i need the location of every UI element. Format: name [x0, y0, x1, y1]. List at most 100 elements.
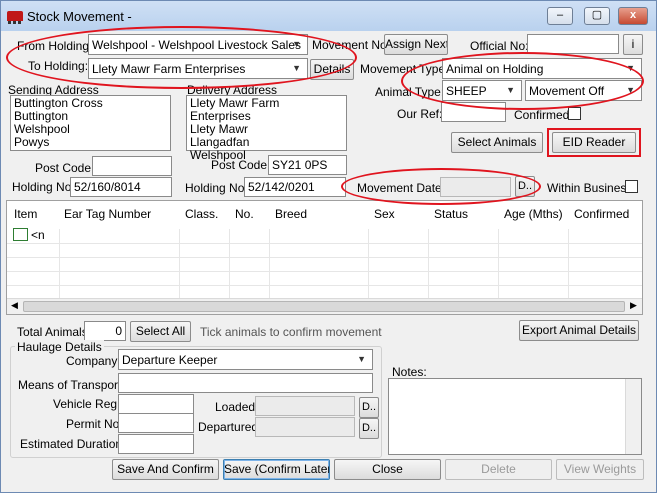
to-holding-select[interactable]: Llety Mawr Farm Enterprises ▼ — [88, 58, 308, 79]
assign-next-button[interactable]: Assign Next — [384, 34, 448, 55]
view-weights-button[interactable]: View Weights — [556, 459, 644, 480]
scrollbar-thumb[interactable] — [23, 301, 625, 312]
loaded-input[interactable] — [255, 396, 355, 416]
company-value: Departure Keeper — [122, 353, 218, 367]
sending-address-box[interactable]: Buttington Cross Buttington Welshpool Po… — [10, 95, 171, 151]
confirmed-checkbox[interactable] — [568, 107, 581, 120]
chevron-down-icon: ▼ — [292, 39, 301, 49]
total-animals-value: 0 — [84, 321, 126, 341]
grid-horizontal-scrollbar[interactable]: ◀ ▶ — [7, 298, 642, 314]
movement-type-value: Animal on Holding — [446, 62, 544, 76]
animal-type-select[interactable]: SHEEP ▼ — [442, 80, 522, 101]
movement-date-label: Movement Date: — [357, 181, 446, 195]
grid-header-ear-tag[interactable]: Ear Tag Number — [64, 207, 151, 221]
loaded-date-picker-button[interactable]: D.. — [359, 397, 379, 418]
official-no-input[interactable] — [527, 34, 619, 54]
address-line: Powys — [14, 135, 50, 149]
livestock-app-icon — [7, 11, 23, 24]
total-animals-label: Total Animals: — [17, 325, 92, 339]
our-ref-label: Our Ref: — [397, 107, 443, 121]
save-and-confirm-button[interactable]: Save And Confirm — [112, 459, 219, 480]
permit-no-label: Permit No: — [66, 417, 123, 431]
vehicle-reg-input[interactable] — [118, 394, 194, 414]
confirmed-label: Confirmed: — [514, 108, 573, 122]
select-all-button[interactable]: Select All — [130, 321, 191, 342]
grid-col-line — [428, 229, 429, 299]
company-select[interactable]: Departure Keeper ▼ — [118, 349, 373, 370]
grid-col-line — [179, 229, 180, 299]
delivery-postcode-input[interactable]: SY21 0PS — [268, 155, 347, 175]
chevron-down-icon: ▼ — [357, 354, 366, 364]
close-window-button[interactable]: x — [618, 7, 648, 25]
sending-holding-input[interactable]: 52/160/8014 — [70, 177, 172, 197]
grid-col-line — [269, 229, 270, 299]
means-of-transport-input[interactable] — [118, 373, 373, 393]
eid-reader-button[interactable]: EID Reader — [552, 132, 636, 153]
means-of-transport-label: Means of Transport: — [18, 378, 125, 392]
grid-header-item[interactable]: Item — [14, 207, 37, 221]
grid-header-status[interactable]: Status — [434, 207, 468, 221]
movement-date-input[interactable] — [440, 177, 511, 197]
close-button[interactable]: Close — [334, 459, 441, 480]
grid-col-line — [498, 229, 499, 299]
maximize-button[interactable]: ▢ — [584, 7, 610, 25]
delivery-holding-input[interactable]: 52/142/0201 — [244, 177, 346, 197]
permit-no-input[interactable] — [118, 413, 194, 433]
movement-type-select[interactable]: Animal on Holding ▼ — [442, 58, 642, 79]
scroll-right-icon[interactable]: ▶ — [630, 300, 637, 311]
chevron-down-icon: ▼ — [626, 63, 635, 73]
sending-postcode-label: Post Code: — [35, 161, 95, 175]
minimize-button[interactable]: – — [547, 7, 573, 25]
movement-type-label: Movement Type: — [360, 62, 449, 76]
scroll-left-icon[interactable]: ◀ — [11, 300, 18, 311]
grid-header-sex[interactable]: Sex — [374, 207, 395, 221]
departured-label: Departured: — [198, 420, 262, 434]
title-bar[interactable]: Stock Movement - – ▢ x — [1, 1, 656, 31]
vehicle-reg-label: Vehicle Reg: — [53, 397, 121, 411]
notes-label: Notes: — [392, 365, 427, 379]
official-no-info-button[interactable]: i — [623, 34, 643, 55]
movement-direction-select[interactable]: Movement Off ▼ — [525, 80, 642, 101]
chevron-down-icon: ▼ — [626, 85, 635, 95]
chevron-down-icon: ▼ — [506, 85, 515, 95]
movement-date-picker-button[interactable]: D.. — [515, 176, 535, 197]
to-holding-value: Llety Mawr Farm Enterprises — [92, 62, 246, 76]
details-button[interactable]: Details — [310, 59, 354, 80]
export-animal-details-button[interactable]: Export Animal Details — [519, 320, 639, 341]
window-title: Stock Movement - — [27, 9, 132, 24]
grid-row-line — [7, 257, 642, 258]
address-line: Llety Mawr Farm Enterprises — [190, 96, 280, 123]
grid-header-confirmed[interactable]: Confirmed — [574, 207, 629, 221]
movement-direction-value: Movement Off — [529, 84, 605, 98]
estimated-duration-input[interactable] — [118, 434, 194, 454]
grid-header-class[interactable]: Class. — [185, 207, 218, 221]
confirm-hint-text: Tick animals to confirm movement — [200, 325, 382, 339]
within-business-checkbox[interactable] — [625, 180, 638, 193]
delivery-postcode-label: Post Code: — [211, 158, 271, 172]
loaded-label: Loaded: — [215, 400, 259, 414]
animals-grid[interactable]: Item Ear Tag Number Class. No. Breed Sex… — [6, 200, 643, 315]
notes-textarea[interactable] — [388, 378, 642, 455]
within-business-label: Within Business — [547, 181, 633, 195]
our-ref-input[interactable] — [441, 102, 506, 122]
departured-input[interactable] — [255, 417, 355, 437]
grid-col-line — [368, 229, 369, 299]
row-select-checkbox[interactable] — [13, 228, 28, 241]
grid-header-no[interactable]: No. — [235, 207, 254, 221]
movement-no-label: Movement No: — [312, 38, 391, 52]
grid-row-line — [7, 285, 642, 286]
delivery-address-box[interactable]: Llety Mawr Farm Enterprises Llety Mawr L… — [186, 95, 347, 162]
save-confirm-later-button[interactable]: Save (Confirm Later) — [223, 459, 330, 480]
grid-row-line — [7, 271, 642, 272]
delete-button[interactable]: Delete — [445, 459, 552, 480]
notes-vertical-scrollbar[interactable] — [625, 379, 641, 454]
grid-header-age[interactable]: Age (Mths) — [504, 207, 563, 221]
new-row-indicator: <n — [31, 228, 45, 242]
select-animals-button[interactable]: Select Animals — [451, 132, 543, 153]
grid-header-breed[interactable]: Breed — [275, 207, 307, 221]
grid-row-line — [7, 243, 642, 244]
sending-postcode-input[interactable] — [92, 156, 172, 176]
stock-movement-window: Stock Movement - – ▢ x From Holding: Wel… — [0, 0, 657, 493]
from-holding-select[interactable]: Welshpool - Welshpool Livestock Sales ▼ — [88, 34, 308, 55]
departured-date-picker-button[interactable]: D.. — [359, 418, 379, 439]
